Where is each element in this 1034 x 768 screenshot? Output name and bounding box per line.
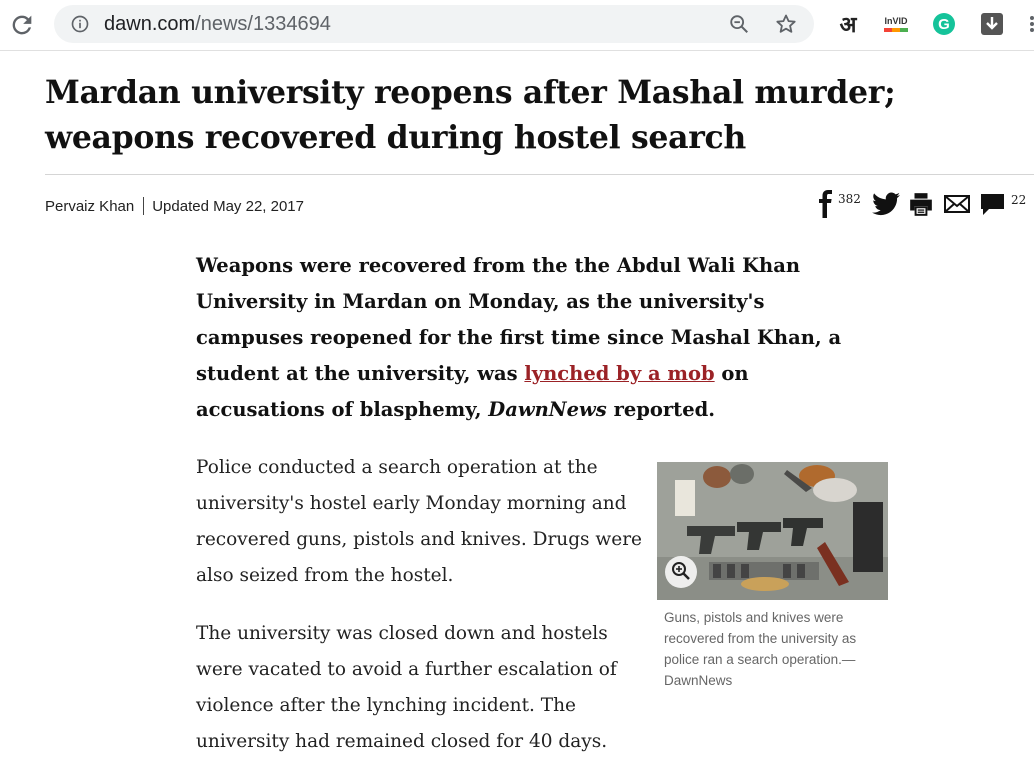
title-divider	[45, 174, 1034, 175]
lynched-link[interactable]: lynched by a mob	[524, 362, 714, 385]
url-path: /news/1334694	[195, 13, 331, 35]
url-host: dawn.com	[104, 13, 196, 35]
reload-icon[interactable]	[8, 11, 36, 39]
twitter-share-button[interactable]	[872, 192, 900, 222]
email-icon	[944, 195, 970, 213]
grammarly-extension-icon[interactable]: G	[932, 10, 956, 38]
print-button[interactable]	[908, 191, 934, 221]
kebab-icon	[1030, 16, 1034, 32]
comments-button[interactable]	[980, 193, 1006, 223]
author-link[interactable]: Pervaiz Khan	[45, 198, 134, 215]
download-arrow-icon	[981, 13, 1003, 35]
bookmark-star-icon[interactable]	[774, 12, 798, 36]
zoom-out-icon[interactable]	[728, 13, 750, 35]
invid-extension-label: InVID	[884, 15, 908, 26]
hindi-extension-icon[interactable]: अ	[836, 10, 860, 38]
magnifier-icon	[672, 562, 690, 580]
url-text[interactable]: dawn.com/news/1334694	[104, 13, 331, 35]
lead-source: DawnNews	[488, 398, 607, 421]
facebook-share-button[interactable]	[816, 190, 836, 220]
invid-extension-icon[interactable]: InVID	[880, 10, 912, 38]
byline-separator	[143, 197, 145, 215]
lead-paragraph: Weapons were recovered from the the Abdu…	[196, 248, 876, 428]
comments-count: 22	[1011, 193, 1027, 207]
address-bar[interactable]: dawn.com/news/1334694	[54, 5, 814, 43]
browser-toolbar: dawn.com/news/1334694 अ InVID G	[0, 0, 1034, 51]
twitter-icon	[872, 192, 900, 216]
download-extension-icon[interactable]	[980, 10, 1004, 38]
hindi-extension-label: अ	[839, 13, 857, 38]
lead-text-end: reported.	[606, 398, 716, 421]
more-menu-icon[interactable]	[1024, 10, 1034, 38]
image-zoom-button[interactable]	[665, 556, 697, 588]
facebook-share-count: 382	[838, 192, 861, 206]
email-share-button[interactable]	[944, 193, 970, 223]
grammarly-logo: G	[933, 13, 955, 35]
body-paragraph: The university was closed down and hoste…	[196, 623, 617, 752]
invid-color-bar	[884, 27, 908, 32]
info-icon[interactable]	[70, 14, 90, 34]
facebook-icon	[819, 190, 832, 218]
body-paragraph: Police conducted a search operation at t…	[196, 457, 642, 586]
comment-icon	[981, 194, 1004, 215]
grammarly-extension-label: G	[938, 16, 950, 33]
weapons-photo[interactable]	[657, 462, 888, 600]
byline: Pervaiz Khan Updated May 22, 2017	[45, 197, 304, 217]
image-caption: Guns, pistols and knives were recovered …	[664, 610, 857, 688]
updated-date: Updated May 22, 2017	[152, 198, 304, 215]
article-title: Mardan university reopens after Mashal m…	[45, 74, 896, 156]
print-icon	[910, 193, 932, 216]
